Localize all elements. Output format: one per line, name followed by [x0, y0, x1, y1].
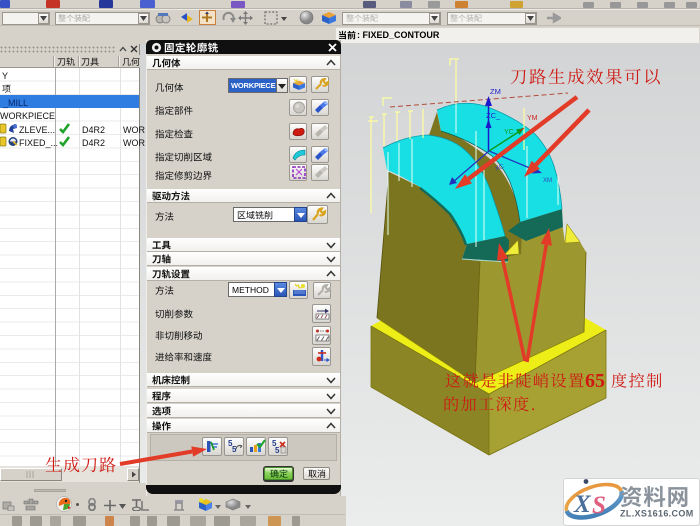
- svg-text:YC: YC: [504, 129, 514, 136]
- svg-text:YM: YM: [527, 115, 538, 122]
- svg-text:XC: XC: [494, 163, 505, 173]
- svg-text:ZM: ZM: [490, 87, 501, 96]
- svg-text:XM: XM: [543, 178, 552, 184]
- svg-text:65: 65: [585, 370, 605, 392]
- svg-text:ZC_: ZC_: [486, 111, 501, 120]
